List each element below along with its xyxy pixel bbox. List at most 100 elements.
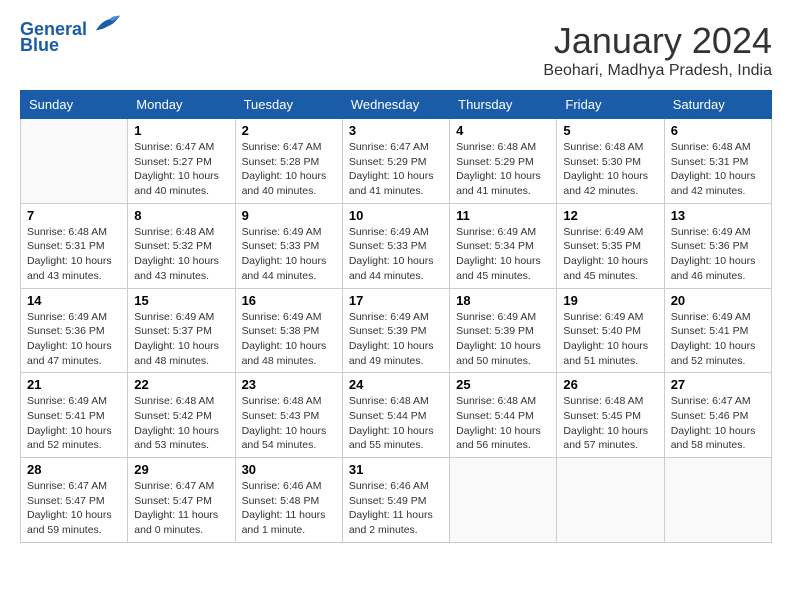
- day-number: 21: [27, 377, 121, 392]
- day-info: Sunrise: 6:49 AM Sunset: 5:36 PM Dayligh…: [671, 225, 765, 284]
- day-info: Sunrise: 6:48 AM Sunset: 5:30 PM Dayligh…: [563, 140, 657, 199]
- day-number: 5: [563, 123, 657, 138]
- day-cell: 6 Sunrise: 6:48 AM Sunset: 5:31 PM Daylig…: [664, 119, 771, 204]
- day-number: 7: [27, 208, 121, 223]
- logo: General Blue: [20, 20, 122, 56]
- day-cell: [664, 458, 771, 543]
- day-number: 8: [134, 208, 228, 223]
- day-cell: 7Sunrise: 6:48 AM Sunset: 5:31 PM Daylig…: [21, 203, 128, 288]
- day-cell: 24 Sunrise: 6:48 AM Sunset: 5:44 PM Dayli…: [342, 373, 449, 458]
- day-cell: 27 Sunrise: 6:47 AM Sunset: 5:46 PM Dayli…: [664, 373, 771, 458]
- day-info: Sunrise: 6:48 AM Sunset: 5:42 PM Dayligh…: [134, 394, 228, 453]
- day-number: 1: [134, 123, 228, 138]
- header-monday: Monday: [128, 91, 235, 119]
- day-cell: 17 Sunrise: 6:49 AM Sunset: 5:39 PM Dayli…: [342, 288, 449, 373]
- day-number: 23: [242, 377, 336, 392]
- week-row-3: 14 Sunrise: 6:49 AM Sunset: 5:36 PM Dayli…: [21, 288, 772, 373]
- day-info: Sunrise: 6:49 AM Sunset: 5:40 PM Dayligh…: [563, 310, 657, 369]
- day-cell: 19Sunrise: 6:49 AM Sunset: 5:40 PM Dayli…: [557, 288, 664, 373]
- day-cell: 26 Sunrise: 6:48 AM Sunset: 5:45 PM Dayli…: [557, 373, 664, 458]
- day-cell: 13 Sunrise: 6:49 AM Sunset: 5:36 PM Dayli…: [664, 203, 771, 288]
- day-number: 28: [27, 462, 121, 477]
- day-cell: 2 Sunrise: 6:47 AM Sunset: 5:28 PM Daylig…: [235, 119, 342, 204]
- day-cell: [450, 458, 557, 543]
- day-cell: 4Sunrise: 6:48 AM Sunset: 5:29 PM Daylig…: [450, 119, 557, 204]
- week-row-5: 28 Sunrise: 6:47 AM Sunset: 5:47 PM Dayli…: [21, 458, 772, 543]
- day-info: Sunrise: 6:48 AM Sunset: 5:43 PM Dayligh…: [242, 394, 336, 453]
- day-number: 17: [349, 293, 443, 308]
- header-friday: Friday: [557, 91, 664, 119]
- day-info: Sunrise: 6:49 AM Sunset: 5:37 PM Dayligh…: [134, 310, 228, 369]
- day-number: 20: [671, 293, 765, 308]
- day-cell: 29 Sunrise: 6:47 AM Sunset: 5:47 PM Dayli…: [128, 458, 235, 543]
- day-info: Sunrise: 6:46 AM Sunset: 5:49 PM Dayligh…: [349, 479, 443, 538]
- day-number: 4: [456, 123, 550, 138]
- location-subtitle: Beohari, Madhya Pradesh, India: [543, 62, 772, 80]
- day-number: 27: [671, 377, 765, 392]
- day-cell: [21, 119, 128, 204]
- day-number: 6: [671, 123, 765, 138]
- day-info: Sunrise: 6:47 AM Sunset: 5:28 PM Dayligh…: [242, 140, 336, 199]
- week-row-4: 21 Sunrise: 6:49 AM Sunset: 5:41 PM Dayli…: [21, 373, 772, 458]
- header-tuesday: Tuesday: [235, 91, 342, 119]
- day-info: Sunrise: 6:49 AM Sunset: 5:41 PM Dayligh…: [671, 310, 765, 369]
- day-number: 24: [349, 377, 443, 392]
- day-number: 25: [456, 377, 550, 392]
- day-cell: 20 Sunrise: 6:49 AM Sunset: 5:41 PM Dayli…: [664, 288, 771, 373]
- calendar-table: SundayMondayTuesdayWednesdayThursdayFrid…: [20, 90, 772, 543]
- day-number: 15: [134, 293, 228, 308]
- day-info: Sunrise: 6:48 AM Sunset: 5:31 PM Dayligh…: [671, 140, 765, 199]
- day-info: Sunrise: 6:49 AM Sunset: 5:41 PM Dayligh…: [27, 394, 121, 453]
- day-cell: 8Sunrise: 6:48 AM Sunset: 5:32 PM Daylig…: [128, 203, 235, 288]
- day-cell: 15 Sunrise: 6:49 AM Sunset: 5:37 PM Dayli…: [128, 288, 235, 373]
- day-cell: 3Sunrise: 6:47 AM Sunset: 5:29 PM Daylig…: [342, 119, 449, 204]
- day-cell: 30Sunrise: 6:46 AM Sunset: 5:48 PM Dayli…: [235, 458, 342, 543]
- page-header: General Blue January 2024 Beohari, Madhy…: [20, 20, 772, 80]
- day-cell: 9 Sunrise: 6:49 AM Sunset: 5:33 PM Daylig…: [235, 203, 342, 288]
- day-info: Sunrise: 6:49 AM Sunset: 5:35 PM Dayligh…: [563, 225, 657, 284]
- day-number: 31: [349, 462, 443, 477]
- day-number: 9: [242, 208, 336, 223]
- day-cell: 23 Sunrise: 6:48 AM Sunset: 5:43 PM Dayli…: [235, 373, 342, 458]
- day-cell: 16Sunrise: 6:49 AM Sunset: 5:38 PM Dayli…: [235, 288, 342, 373]
- day-cell: 25 Sunrise: 6:48 AM Sunset: 5:44 PM Dayli…: [450, 373, 557, 458]
- month-year-title: January 2024: [543, 20, 772, 62]
- day-info: Sunrise: 6:48 AM Sunset: 5:44 PM Dayligh…: [456, 394, 550, 453]
- day-number: 11: [456, 208, 550, 223]
- day-cell: 31 Sunrise: 6:46 AM Sunset: 5:49 PM Dayli…: [342, 458, 449, 543]
- day-info: Sunrise: 6:49 AM Sunset: 5:33 PM Dayligh…: [242, 225, 336, 284]
- day-cell: 18Sunrise: 6:49 AM Sunset: 5:39 PM Dayli…: [450, 288, 557, 373]
- day-info: Sunrise: 6:49 AM Sunset: 5:33 PM Dayligh…: [349, 225, 443, 284]
- day-info: Sunrise: 6:46 AM Sunset: 5:48 PM Dayligh…: [242, 479, 336, 538]
- day-cell: 12Sunrise: 6:49 AM Sunset: 5:35 PM Dayli…: [557, 203, 664, 288]
- header-saturday: Saturday: [664, 91, 771, 119]
- day-cell: 28Sunrise: 6:47 AM Sunset: 5:47 PM Dayli…: [21, 458, 128, 543]
- day-info: Sunrise: 6:47 AM Sunset: 5:46 PM Dayligh…: [671, 394, 765, 453]
- day-number: 29: [134, 462, 228, 477]
- day-info: Sunrise: 6:49 AM Sunset: 5:36 PM Dayligh…: [27, 310, 121, 369]
- title-block: January 2024 Beohari, Madhya Pradesh, In…: [543, 20, 772, 80]
- week-row-1: 1 Sunrise: 6:47 AM Sunset: 5:27 PM Daylig…: [21, 119, 772, 204]
- day-cell: 21 Sunrise: 6:49 AM Sunset: 5:41 PM Dayli…: [21, 373, 128, 458]
- day-number: 26: [563, 377, 657, 392]
- day-number: 2: [242, 123, 336, 138]
- day-cell: 10Sunrise: 6:49 AM Sunset: 5:33 PM Dayli…: [342, 203, 449, 288]
- day-number: 13: [671, 208, 765, 223]
- day-info: Sunrise: 6:48 AM Sunset: 5:44 PM Dayligh…: [349, 394, 443, 453]
- day-number: 14: [27, 293, 121, 308]
- day-info: Sunrise: 6:48 AM Sunset: 5:45 PM Dayligh…: [563, 394, 657, 453]
- day-number: 22: [134, 377, 228, 392]
- calendar-header-row: SundayMondayTuesdayWednesdayThursdayFrid…: [21, 91, 772, 119]
- day-cell: 11Sunrise: 6:49 AM Sunset: 5:34 PM Dayli…: [450, 203, 557, 288]
- logo-bird-icon: [94, 13, 122, 35]
- day-info: Sunrise: 6:49 AM Sunset: 5:39 PM Dayligh…: [349, 310, 443, 369]
- day-number: 3: [349, 123, 443, 138]
- day-number: 16: [242, 293, 336, 308]
- day-cell: 22 Sunrise: 6:48 AM Sunset: 5:42 PM Dayli…: [128, 373, 235, 458]
- day-cell: 5 Sunrise: 6:48 AM Sunset: 5:30 PM Daylig…: [557, 119, 664, 204]
- day-info: Sunrise: 6:47 AM Sunset: 5:27 PM Dayligh…: [134, 140, 228, 199]
- day-number: 18: [456, 293, 550, 308]
- day-cell: [557, 458, 664, 543]
- header-wednesday: Wednesday: [342, 91, 449, 119]
- day-info: Sunrise: 6:47 AM Sunset: 5:47 PM Dayligh…: [134, 479, 228, 538]
